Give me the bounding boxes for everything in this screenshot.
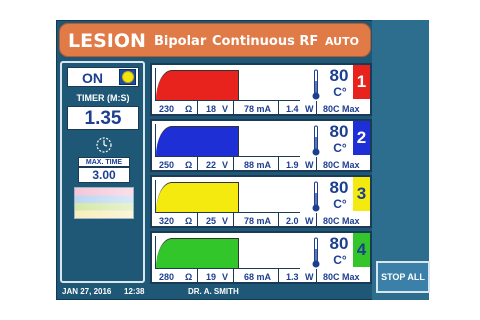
max-time-value[interactable]: 3.00 (78, 167, 130, 183)
time-label: 12:38 (124, 287, 145, 296)
yellow-status-dot-icon (122, 71, 134, 83)
footer: JAN 27, 2016 12:38 DR. A. SMITH (60, 287, 372, 299)
voltage-unit: V (222, 216, 229, 226)
max-temp-label: 80C Max (323, 272, 360, 282)
mode-label[interactable]: Bipolar (154, 34, 206, 49)
voltage-unit: V (222, 104, 229, 114)
current-value: 68 mA (244, 272, 272, 282)
channel-number[interactable]: 4 (353, 233, 370, 267)
control-panel: ON TIMER (M:S) 1.35 MAX. TIME 3.00 (60, 61, 145, 283)
current-value: 88 mA (244, 160, 272, 170)
right-side-panel (372, 20, 429, 300)
channel-readings: 250 Ω 22 V 88 mA 1.9 W 80C Max (155, 159, 367, 171)
temperature-value: 80 (329, 178, 349, 197)
power-value: 2.0 (286, 216, 299, 226)
channel-readings: 320 Ω 25 V 78 mA 2.0 W 80C Max (155, 215, 367, 227)
max-temp-label: 80C Max (323, 216, 360, 226)
channel-readings: 280 Ω 19 V 68 mA 1.3 W 80C Max (155, 271, 367, 283)
waveform-graph (155, 180, 300, 213)
waveform-graph (155, 68, 300, 101)
thermometer-icon (312, 181, 320, 212)
timer-label: TIMER (M:S) (76, 93, 130, 103)
channel-panel-3[interactable]: 320 Ω 25 V 78 mA 2.0 W 80C Max 80 C° 3 (150, 175, 372, 228)
page-title: LESION (68, 30, 146, 52)
channel-number[interactable]: 3 (353, 177, 370, 211)
power-unit: W (305, 272, 314, 282)
waveform-fill (156, 238, 239, 268)
stop-all-button[interactable]: STOP ALL (376, 261, 430, 293)
waveform-graph (155, 236, 300, 269)
waveform-fill (156, 70, 239, 100)
voltage-value: 22 (206, 160, 217, 170)
impedance-value: 280 (159, 272, 175, 282)
ohm-unit: Ω (185, 272, 193, 282)
power-toggle[interactable]: ON (67, 67, 139, 87)
auto-label[interactable]: AUTO (325, 35, 359, 48)
impedance-value: 320 (159, 216, 175, 226)
power-value: 1.3 (286, 272, 299, 282)
ohm-unit: Ω (185, 104, 193, 114)
impedance-value: 250 (159, 160, 175, 170)
timer-value: 1.35 (67, 106, 139, 130)
voltage-value: 19 (206, 272, 217, 282)
thermometer-icon (312, 69, 320, 100)
waveform-fill (156, 182, 239, 212)
power-label: ON (82, 70, 103, 86)
temperature-unit: C° (333, 141, 347, 155)
impedance-value: 230 (159, 104, 175, 114)
header-bar: LESION Bipolar Continuous RF AUTO (59, 23, 371, 57)
power-value: 1.9 (286, 160, 299, 170)
voltage-value: 18 (206, 104, 217, 114)
waveform-graph (155, 124, 300, 157)
max-temp-label: 80C Max (323, 104, 360, 114)
voltage-value: 25 (206, 216, 217, 226)
current-value: 78 mA (244, 216, 272, 226)
channel-readings: 230 Ω 18 V 78 mA 1.4 W 80C Max (155, 103, 367, 115)
doctor-label: DR. A. SMITH (188, 287, 239, 296)
current-value: 78 mA (244, 104, 272, 114)
power-unit: W (305, 104, 314, 114)
power-unit: W (305, 216, 314, 226)
power-value: 1.4 (286, 104, 299, 114)
channel-panel-2[interactable]: 250 Ω 22 V 88 mA 1.9 W 80C Max 80 C° 2 (150, 119, 372, 172)
thermometer-icon (312, 125, 320, 156)
channel-panel-1[interactable]: 230 Ω 18 V 78 mA 1.4 W 80C Max 80 C° 1 (150, 63, 372, 116)
waveform-fill (156, 126, 239, 156)
power-unit: W (305, 160, 314, 170)
voltage-unit: V (222, 160, 229, 170)
voltage-unit: V (222, 272, 229, 282)
date-label: JAN 27, 2016 (62, 287, 112, 296)
channel-number[interactable]: 1 (353, 65, 370, 99)
max-temp-label: 80C Max (323, 160, 360, 170)
temperature-value: 80 (329, 234, 349, 253)
temperature-unit: C° (333, 85, 347, 99)
status-indicator (119, 69, 136, 85)
temperature-unit: C° (333, 253, 347, 267)
max-time-label: MAX. TIME (78, 157, 130, 167)
channel-color-legend (74, 187, 134, 219)
temperature-unit: C° (333, 197, 347, 211)
ohm-unit: Ω (185, 216, 193, 226)
temperature-value: 80 (329, 122, 349, 141)
thermometer-icon (312, 237, 320, 268)
clock-icon (96, 137, 112, 153)
ohm-unit: Ω (185, 160, 193, 170)
channel-number[interactable]: 2 (353, 121, 370, 155)
temperature-value: 80 (329, 66, 349, 85)
channel-panel-4[interactable]: 280 Ω 19 V 68 mA 1.3 W 80C Max 80 C° 4 (150, 231, 372, 284)
rf-mode-label[interactable]: Continuous RF (212, 34, 318, 49)
